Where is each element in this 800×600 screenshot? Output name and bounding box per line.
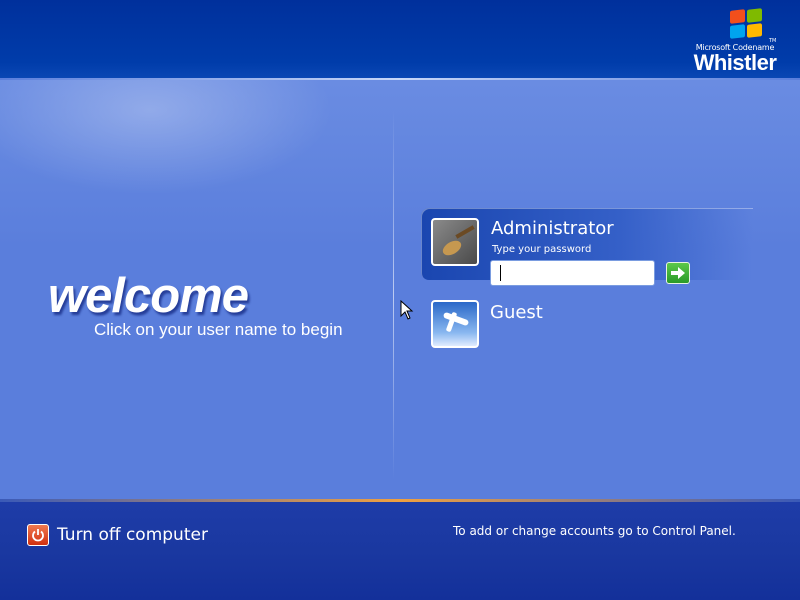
user-name[interactable]: Administrator bbox=[491, 218, 614, 239]
airplane-avatar-icon[interactable] bbox=[431, 300, 479, 348]
turn-off-label[interactable]: Turn off computer bbox=[57, 525, 208, 545]
password-input[interactable] bbox=[490, 260, 655, 286]
power-icon bbox=[32, 529, 44, 542]
top-bar: TM Microsoft Codename Whistler bbox=[0, 0, 800, 78]
bottom-bar: Turn off computer To add or change accou… bbox=[0, 502, 800, 600]
welcome-title: welcome bbox=[48, 269, 249, 323]
logon-panel: welcome Click on your user name to begin… bbox=[0, 80, 800, 500]
guitar-avatar-icon[interactable] bbox=[431, 218, 479, 266]
brand-name: Whistler bbox=[693, 50, 777, 75]
center-divider bbox=[393, 110, 394, 480]
windows-flag-icon bbox=[730, 8, 764, 40]
arrow-right-icon bbox=[671, 267, 685, 279]
accounts-hint: To add or change accounts go to Control … bbox=[453, 524, 736, 538]
brand-logo: TM Microsoft Codename Whistler bbox=[690, 8, 780, 75]
mouse-pointer-icon bbox=[400, 300, 414, 320]
login-go-button[interactable] bbox=[666, 262, 690, 284]
turn-off-button[interactable] bbox=[27, 524, 49, 546]
welcome-subtitle: Click on your user name to begin bbox=[94, 320, 343, 339]
text-caret bbox=[500, 265, 501, 281]
user-tile-administrator[interactable]: Administrator Type your password bbox=[421, 208, 753, 286]
user-name-guest[interactable]: Guest bbox=[490, 302, 543, 323]
password-label: Type your password bbox=[492, 244, 592, 255]
